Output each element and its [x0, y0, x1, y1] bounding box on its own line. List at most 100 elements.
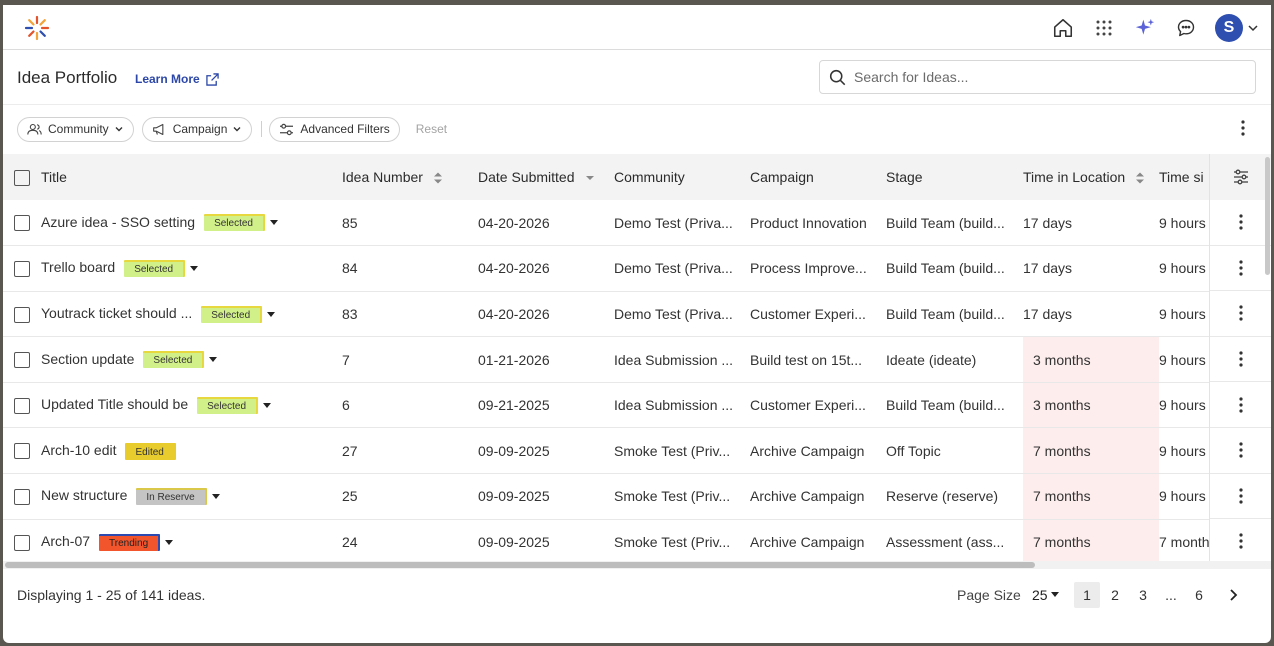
page-button[interactable]: 1	[1074, 582, 1100, 608]
sort-desc-icon[interactable]	[585, 171, 595, 185]
status-dropdown-icon[interactable]	[211, 494, 220, 500]
time-in-location-cell: 7 months	[1023, 519, 1159, 566]
next-page-icon[interactable]	[1220, 582, 1246, 608]
user-menu[interactable]: S	[1215, 13, 1259, 42]
home-icon[interactable]	[1051, 16, 1075, 40]
row-select-cell	[3, 336, 41, 383]
table-row[interactable]: Section update Selected 7 01-21-2026 Idea Su…	[3, 336, 1271, 383]
row-checkbox[interactable]	[14, 215, 30, 232]
table-row[interactable]: Arch-10 edit Edited 27 09-09-2025 Smoke Test…	[3, 427, 1271, 475]
campaign-cell: Customer Experi...	[750, 291, 886, 338]
stage-cell: Build Team (build...	[886, 291, 1023, 338]
status-badge: Selected	[201, 305, 263, 323]
row-more-options-icon[interactable]	[1210, 200, 1271, 246]
sort-icon[interactable]	[1135, 171, 1145, 185]
table-row[interactable]: Youtrack ticket should ... Selected 83 04-2…	[3, 291, 1271, 338]
date-submitted-cell: 09-21-2025	[478, 382, 614, 429]
idea-title-link[interactable]: Updated Title should be	[41, 396, 188, 412]
brand-logo-icon[interactable]	[23, 14, 51, 42]
row-checkbox[interactable]	[14, 352, 30, 369]
idea-title-link[interactable]: Youtrack ticket should ...	[41, 305, 192, 321]
status-dropdown-icon[interactable]	[165, 539, 174, 545]
app-window: S Idea Portfolio Learn More Community Ca…	[3, 5, 1271, 643]
row-more-options-icon[interactable]	[1210, 519, 1271, 565]
status-dropdown-icon[interactable]	[190, 266, 199, 272]
page-size-select[interactable]: 25	[1032, 587, 1059, 603]
table-row[interactable]: Trello board Selected 84 04-20-2026 Demo Tes…	[3, 245, 1271, 292]
horizontal-scrollbar[interactable]	[5, 562, 1035, 568]
row-more-options-icon[interactable]	[1210, 337, 1271, 383]
column-header-time-in-location[interactable]: Time in Location	[1023, 154, 1159, 200]
idea-number-cell: 7	[342, 336, 478, 383]
row-checkbox[interactable]	[14, 306, 30, 323]
avatar[interactable]: S	[1215, 13, 1243, 42]
table-row[interactable]: Arch-07 Trending 24 09-09-2025 Smoke Test (P…	[3, 519, 1271, 566]
row-more-options-icon[interactable]	[1210, 474, 1271, 520]
select-all-checkbox[interactable]	[14, 169, 30, 186]
column-settings-icon[interactable]	[1210, 154, 1271, 200]
community-filter-button[interactable]: Community	[17, 116, 134, 142]
idea-title-link[interactable]: Trello board	[41, 259, 115, 275]
date-submitted-cell: 04-20-2026	[478, 245, 614, 292]
time-in-location-cell: 17 days	[1023, 245, 1159, 292]
row-more-options-icon[interactable]	[1210, 246, 1271, 292]
idea-number-cell: 6	[342, 382, 478, 429]
column-header-community[interactable]: Community	[614, 154, 750, 200]
page-button[interactable]: 6	[1186, 582, 1212, 608]
row-checkbox[interactable]	[14, 489, 30, 505]
campaign-filter-button[interactable]: Campaign	[141, 116, 253, 142]
campaign-cell: Archive Campaign	[750, 473, 886, 520]
row-checkbox[interactable]	[14, 261, 30, 278]
page-button[interactable]: 3	[1130, 582, 1156, 608]
row-more-options-icon[interactable]	[1210, 291, 1271, 337]
row-checkbox[interactable]	[14, 443, 30, 460]
reset-filters-button[interactable]: Reset	[416, 122, 447, 136]
status-badge: Trending	[99, 533, 161, 551]
time-in-location-cell: 17 days	[1023, 200, 1159, 247]
idea-title-link[interactable]: Arch-07	[41, 533, 90, 549]
table-row[interactable]: Azure idea - SSO setting Selected 85 04-20-…	[3, 200, 1271, 247]
time-in-location-cell: 7 months	[1023, 473, 1159, 520]
idea-title-link[interactable]: Arch-10 edit	[41, 442, 116, 458]
community-cell: Idea Submission ...	[614, 336, 750, 383]
page-button[interactable]: 2	[1102, 582, 1128, 608]
status-dropdown-icon[interactable]	[270, 220, 278, 226]
idea-title-link[interactable]: Azure idea - SSO setting	[41, 214, 195, 230]
idea-title-link[interactable]: Section update	[41, 351, 134, 367]
more-options-icon[interactable]	[1241, 120, 1245, 139]
row-more-options-icon[interactable]	[1210, 382, 1271, 428]
search-box[interactable]	[819, 60, 1256, 94]
row-checkbox[interactable]	[14, 534, 30, 551]
vertical-scrollbar[interactable]	[1265, 157, 1270, 275]
table-footer: Displaying 1 - 25 of 141 ideas. Page Siz…	[3, 571, 1271, 619]
search-icon	[829, 69, 846, 85]
date-submitted-cell: 04-20-2026	[478, 200, 614, 247]
time-in-location-cell: 3 months	[1023, 336, 1159, 383]
stage-cell: Assessment (ass...	[886, 519, 1023, 566]
learn-more-link[interactable]: Learn More	[135, 72, 219, 86]
advanced-filters-button[interactable]: Advanced Filters	[269, 116, 400, 142]
table-row[interactable]: Updated Title should be Selected 6 09-21-20…	[3, 382, 1271, 429]
row-select-cell	[3, 519, 41, 566]
table-row[interactable]: New structure In Reserve 25 09-09-2025 Smoke…	[3, 473, 1271, 520]
time-in-location-cell: 3 months	[1023, 382, 1159, 429]
status-dropdown-icon[interactable]	[267, 311, 276, 317]
row-more-options-icon[interactable]	[1210, 428, 1271, 474]
column-header-campaign[interactable]: Campaign	[750, 154, 886, 200]
row-checkbox[interactable]	[14, 397, 30, 414]
column-header-title[interactable]: Title	[41, 154, 342, 200]
column-header-date-submitted[interactable]: Date Submitted	[478, 154, 614, 200]
ai-sparkle-icon[interactable]	[1133, 16, 1157, 40]
apps-grid-icon[interactable]	[1092, 16, 1116, 40]
status-dropdown-icon[interactable]	[209, 357, 218, 363]
sort-icon[interactable]	[433, 171, 443, 185]
idea-title-link[interactable]: New structure	[41, 487, 127, 503]
column-header-idea-number[interactable]: Idea Number	[342, 154, 478, 200]
status-dropdown-icon[interactable]	[263, 403, 272, 409]
search-input[interactable]	[854, 69, 1234, 85]
chat-icon[interactable]	[1174, 16, 1198, 40]
row-actions-column	[1209, 154, 1271, 565]
sliders-icon	[280, 123, 294, 135]
status-badge: In Reserve	[136, 488, 207, 506]
column-header-stage[interactable]: Stage	[886, 154, 1023, 200]
